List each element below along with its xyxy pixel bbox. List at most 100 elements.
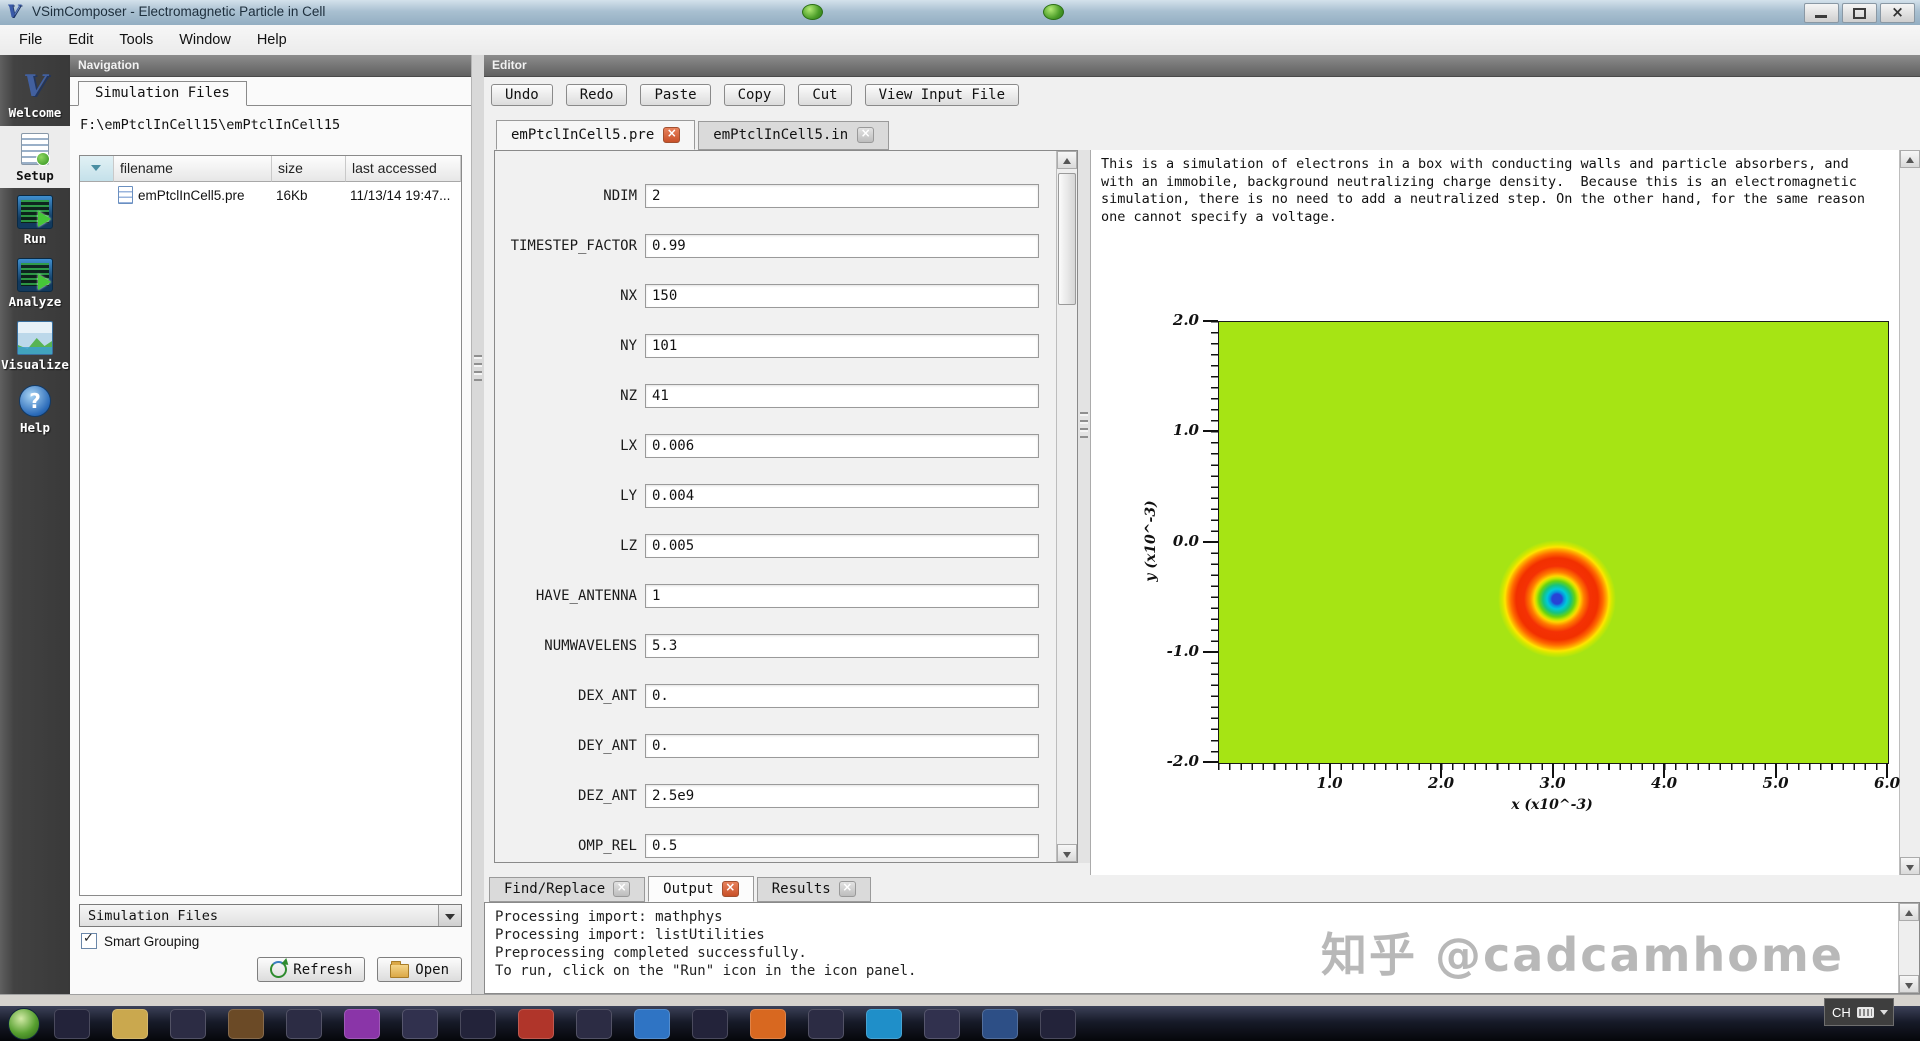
keyboard-icon[interactable] [1857, 1007, 1874, 1018]
scroll-down-icon[interactable] [1900, 857, 1920, 875]
taskbar-app-icon[interactable] [112, 1009, 148, 1039]
toolbar-button-copy[interactable]: Copy [724, 84, 786, 106]
scroll-up-icon[interactable] [1900, 150, 1920, 168]
open-button[interactable]: Open [377, 957, 462, 982]
toolbar-button-cut[interactable]: Cut [798, 84, 851, 106]
toolbar-button-paste[interactable]: Paste [640, 84, 710, 106]
field-plot [1218, 321, 1889, 764]
close-button[interactable] [1880, 3, 1915, 23]
menu-item-window[interactable]: Window [166, 27, 244, 53]
field-input-ly[interactable] [645, 484, 1039, 508]
taskbar-app-icon[interactable] [634, 1009, 670, 1039]
start-button[interactable] [8, 1008, 40, 1040]
console-tab-results[interactable]: Results [757, 877, 871, 902]
taskbar-app-icon[interactable] [808, 1009, 844, 1039]
tab-close-icon[interactable] [839, 881, 856, 897]
scrollbar-thumb[interactable] [1058, 173, 1076, 305]
sidebar-item-label: Setup [16, 168, 54, 183]
field-input-ndim[interactable] [645, 184, 1039, 208]
refresh-button-label: Refresh [293, 962, 352, 978]
field-input-dex-ant[interactable] [645, 684, 1039, 708]
console-tab-output[interactable]: Output [648, 876, 754, 902]
sidebar-item-run[interactable]: Run [0, 189, 70, 251]
sidebar-item-setup[interactable]: Setup [0, 126, 70, 188]
chevron-down-icon[interactable] [1880, 1010, 1888, 1015]
sidebar-item-help[interactable]: Help [0, 378, 70, 440]
taskbar-app-icon[interactable] [286, 1009, 322, 1039]
maximize-button[interactable] [1842, 3, 1877, 23]
menu-item-tools[interactable]: Tools [106, 27, 166, 53]
splitter-grip[interactable] [474, 355, 482, 381]
tab-simulation-files[interactable]: Simulation Files [78, 81, 247, 106]
table-header-last-accessed[interactable]: last accessed [346, 156, 461, 182]
taskbar-app-icon[interactable] [982, 1009, 1018, 1039]
tab-close-icon[interactable] [663, 127, 680, 143]
field-input-ny[interactable] [645, 334, 1039, 358]
scroll-up-icon[interactable] [1057, 151, 1077, 169]
current-path: F:\emPtclInCell15\emPtclInCell15 [80, 117, 340, 133]
tab-close-icon[interactable] [722, 881, 739, 897]
scroll-up-icon[interactable] [1899, 903, 1919, 921]
taskbar-app-icon[interactable] [228, 1009, 264, 1039]
menu-item-edit[interactable]: Edit [55, 27, 106, 53]
taskbar-app-icon[interactable] [576, 1009, 612, 1039]
tab-close-icon[interactable] [857, 127, 874, 143]
smart-grouping-checkbox[interactable] [81, 933, 97, 949]
form-row-timestep-factor: TIMESTEP_FACTOR [495, 221, 1077, 271]
toolbar-button-undo[interactable]: Undo [491, 84, 553, 106]
taskbar-app-icon[interactable] [170, 1009, 206, 1039]
scroll-down-icon[interactable] [1057, 844, 1077, 862]
scroll-down-icon[interactable] [1899, 975, 1919, 993]
field-input-omp-rel[interactable] [645, 834, 1039, 858]
taskbar-app-icon[interactable] [344, 1009, 380, 1039]
sidebar-item-welcome[interactable]: Welcome [0, 65, 70, 125]
taskbar-app-icon[interactable] [924, 1009, 960, 1039]
menu-item-file[interactable]: File [6, 27, 55, 53]
field-input-nx[interactable] [645, 284, 1039, 308]
field-input-timestep-factor[interactable] [645, 234, 1039, 258]
taskbar-app-icon[interactable] [866, 1009, 902, 1039]
taskbar-app-icon[interactable] [402, 1009, 438, 1039]
y-tick-label: 0.0 [1129, 532, 1199, 550]
form-row-ly: LY [495, 471, 1077, 521]
table-header-filename[interactable]: filename [114, 156, 272, 182]
toolbar-button-redo[interactable]: Redo [566, 84, 628, 106]
tab-close-icon[interactable] [613, 881, 630, 897]
preview-scrollbar[interactable] [1899, 150, 1920, 875]
menu-item-help[interactable]: Help [244, 27, 300, 53]
field-input-dez-ant[interactable] [645, 784, 1039, 808]
table-row[interactable]: emPtclInCell5.pre16Kb11/13/14 19:47... [80, 182, 461, 208]
sidebar-item-analyze[interactable]: Analyze [0, 252, 70, 314]
field-input-dey-ant[interactable] [645, 734, 1039, 758]
field-input-numwavelens[interactable] [645, 634, 1039, 658]
taskbar-app-icon[interactable] [692, 1009, 728, 1039]
console-tab-find-replace[interactable]: Find/Replace [489, 877, 645, 902]
editor-pane-splitter[interactable] [1078, 150, 1090, 863]
editor-tab-emptclincell5-pre[interactable]: emPtclInCell5.pre [496, 120, 695, 150]
panel-splitter[interactable] [472, 55, 484, 994]
taskbar-app-icon[interactable] [518, 1009, 554, 1039]
console-scrollbar[interactable] [1898, 903, 1919, 993]
sidebar-item-visualize[interactable]: Visualize [0, 315, 70, 377]
sort-header-cell[interactable] [80, 156, 114, 182]
field-label: HAVE_ANTENNA [505, 588, 637, 604]
taskbar-app-icon[interactable] [54, 1009, 90, 1039]
chevron-down-icon[interactable] [438, 905, 461, 926]
splitter-grip[interactable] [1080, 412, 1088, 438]
field-input-lx[interactable] [645, 434, 1039, 458]
taskbar-app-icon[interactable] [1040, 1009, 1076, 1039]
grouping-dropdown[interactable]: Simulation Files [79, 904, 462, 927]
taskbar-app-icon[interactable] [750, 1009, 786, 1039]
editor-tab-emptclincell5-in[interactable]: emPtclInCell5.in [698, 121, 889, 150]
refresh-button[interactable]: Refresh [257, 957, 365, 982]
minimize-button[interactable] [1804, 3, 1839, 23]
toolbar-button-view-input-file[interactable]: View Input File [865, 84, 1019, 106]
analyze-icon [17, 258, 53, 292]
ime-language-bar[interactable]: CH [1824, 998, 1894, 1026]
form-scrollbar[interactable] [1056, 151, 1077, 862]
field-input-lz[interactable] [645, 534, 1039, 558]
taskbar-app-icon[interactable] [460, 1009, 496, 1039]
field-input-nz[interactable] [645, 384, 1039, 408]
table-header-size[interactable]: size [272, 156, 346, 182]
field-input-have-antenna[interactable] [645, 584, 1039, 608]
